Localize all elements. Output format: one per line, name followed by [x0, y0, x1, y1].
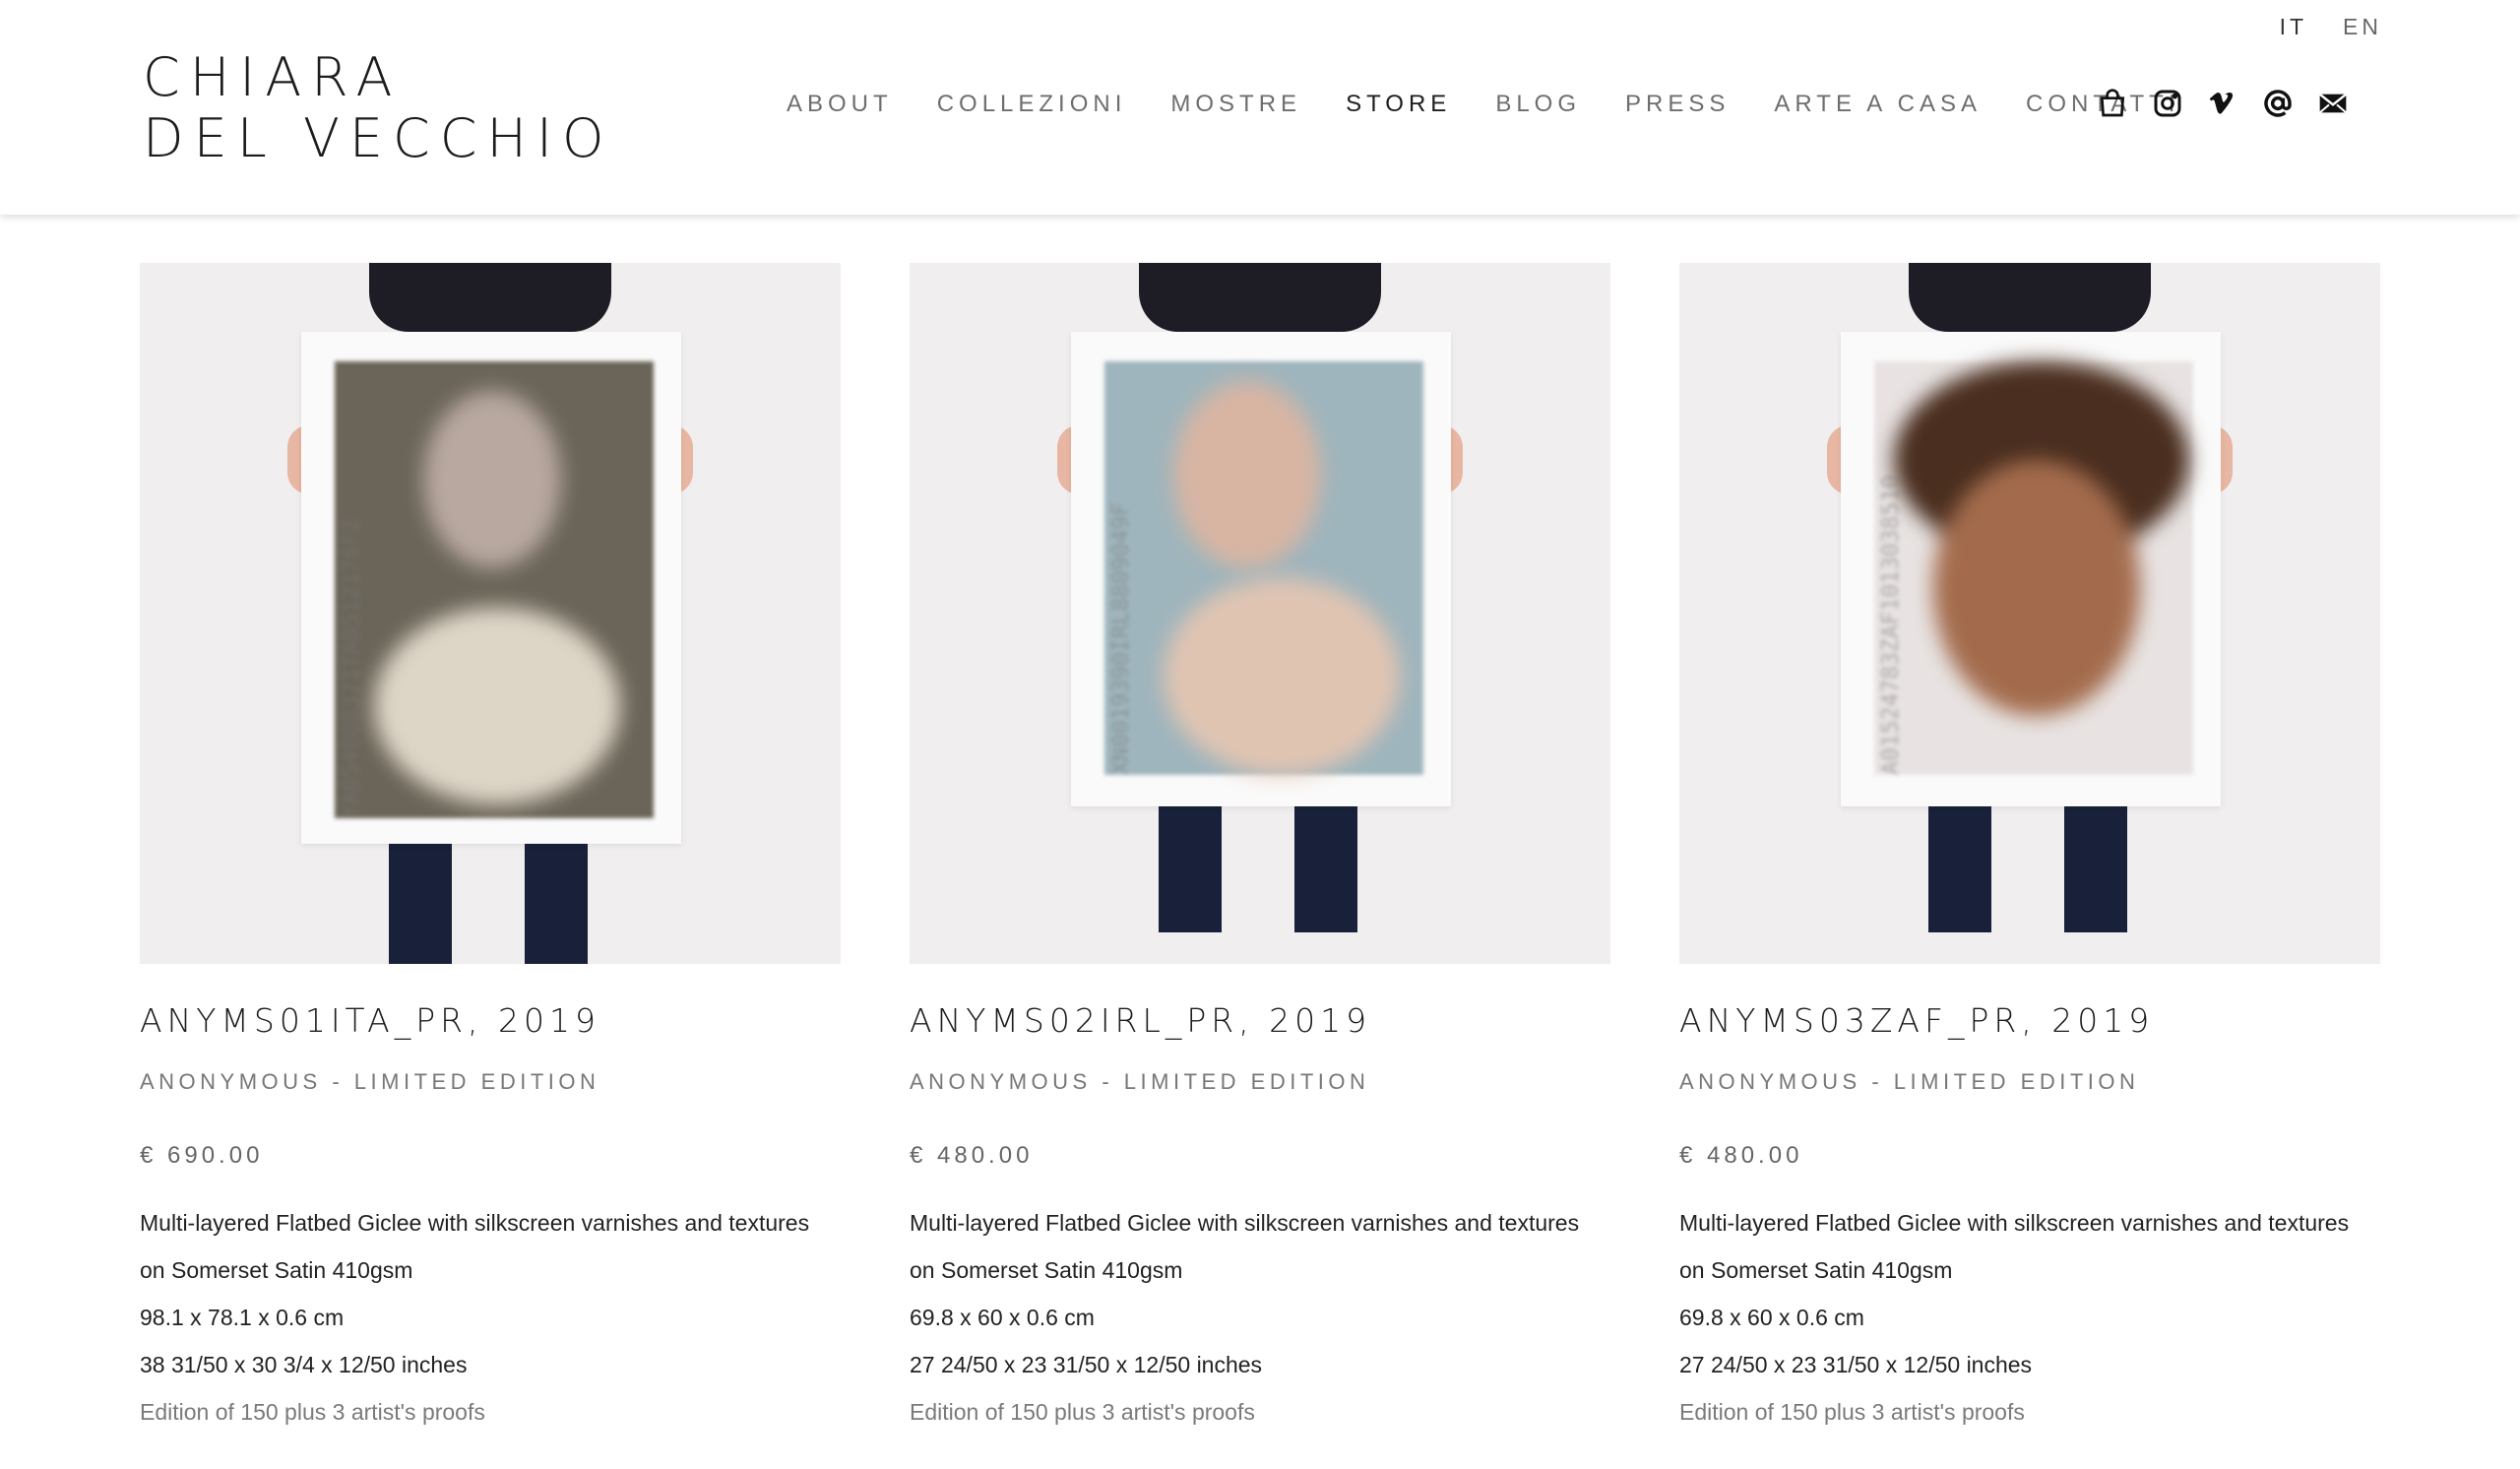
- email-icon[interactable]: [2316, 87, 2350, 120]
- model-torso: [369, 263, 611, 332]
- product-title[interactable]: ANYMS01ITA_PR, 2019: [140, 1001, 841, 1040]
- nav-press[interactable]: PRESS: [1625, 91, 1730, 118]
- product-subtitle: ANONYMOUS - LIMITED EDITION: [1679, 1069, 2140, 1094]
- dimensions-inches: 38 31/50 x 30 3/4 x 12/50 inches: [140, 1352, 468, 1377]
- product-card[interactable]: YA05400837ITA8512176F2 ANYMS01ITA_PR, 20…: [140, 263, 841, 1436]
- dimensions-cm: 69.8 x 60 x 0.6 cm: [910, 1305, 1095, 1330]
- product-card[interactable]: XN0019390IRL8809049F ANYMS02IRL_PR, 2019…: [910, 263, 1610, 1436]
- product-card[interactable]: A01524783ZAF1013038510 ANYMS03ZAF_PR, 20…: [1679, 263, 2380, 1436]
- product-description: Multi-layered Flatbed Giclee with silksc…: [910, 1199, 1610, 1436]
- artwork-print: XN0019390IRL8809049F: [1104, 361, 1423, 775]
- logo-line-1: CHIARA: [143, 46, 403, 108]
- product-price: € 480.00: [1679, 1142, 1803, 1169]
- desc-line-1: Multi-layered Flatbed Giclee with silksc…: [910, 1210, 1580, 1236]
- desc-line-1: Multi-layered Flatbed Giclee with silksc…: [1679, 1210, 2350, 1236]
- print-code: YA05400837ITA8512176F2: [339, 518, 364, 818]
- main-nav: ABOUT COLLEZIONI MOSTRE STORE BLOG PRESS…: [787, 91, 2224, 118]
- edition-note: Edition of 150 plus 3 artist's proofs: [910, 1399, 1255, 1425]
- product-price: € 690.00: [140, 1142, 264, 1169]
- lang-it[interactable]: IT: [2280, 14, 2307, 39]
- product-photo[interactable]: XN0019390IRL8809049F: [910, 263, 1610, 964]
- desc-line-2: on Somerset Satin 410gsm: [910, 1257, 1183, 1283]
- nav-arte-a-casa[interactable]: ARTE A CASA: [1774, 91, 1982, 118]
- lang-en[interactable]: EN: [2343, 14, 2382, 39]
- print-code: A01524783ZAF1013038510: [1878, 475, 1904, 775]
- product-photo[interactable]: A01524783ZAF1013038510: [1679, 263, 2380, 964]
- language-switcher: IT EN: [2254, 14, 2382, 40]
- model-leg-right: [525, 839, 588, 964]
- model-leg-right: [1294, 804, 1357, 932]
- product-subtitle: ANONYMOUS - LIMITED EDITION: [910, 1069, 1370, 1094]
- product-photo[interactable]: YA05400837ITA8512176F2: [140, 263, 841, 964]
- header-icons: [2096, 87, 2371, 120]
- model-torso: [1909, 263, 2151, 332]
- desc-line-2: on Somerset Satin 410gsm: [140, 1257, 413, 1283]
- print-frame: XN0019390IRL8809049F: [1071, 332, 1451, 806]
- nav-blog[interactable]: BLOG: [1495, 91, 1581, 118]
- threads-icon[interactable]: [2261, 87, 2295, 120]
- nav-collezioni[interactable]: COLLEZIONI: [937, 91, 1127, 118]
- edition-note: Edition of 150 plus 3 artist's proofs: [1679, 1399, 2025, 1425]
- product-price: € 480.00: [910, 1142, 1034, 1169]
- site-logo[interactable]: CHIARA DEL VECCHIO: [143, 47, 613, 169]
- logo-line-2: DEL VECCHIO: [143, 107, 614, 169]
- edition-note: Edition of 150 plus 3 artist's proofs: [140, 1399, 485, 1425]
- product-description: Multi-layered Flatbed Giclee with silksc…: [1679, 1199, 2380, 1436]
- model-leg-left: [1159, 804, 1222, 932]
- product-description: Multi-layered Flatbed Giclee with silksc…: [140, 1199, 841, 1436]
- print-frame: A01524783ZAF1013038510: [1841, 332, 2221, 806]
- dimensions-cm: 69.8 x 60 x 0.6 cm: [1679, 1305, 1864, 1330]
- desc-line-2: on Somerset Satin 410gsm: [1679, 1257, 1953, 1283]
- site-header: CHIARA DEL VECCHIO IT EN ABOUT COLLEZION…: [0, 0, 2520, 215]
- desc-line-1: Multi-layered Flatbed Giclee with silksc…: [140, 1210, 810, 1236]
- nav-mostre[interactable]: MOSTRE: [1170, 91, 1301, 118]
- print-code: XN0019390IRL8809049F: [1108, 502, 1134, 775]
- product-title[interactable]: ANYMS03ZAF_PR, 2019: [1679, 1001, 2380, 1040]
- artwork-print: YA05400837ITA8512176F2: [335, 361, 654, 818]
- instagram-icon[interactable]: [2151, 87, 2184, 120]
- model-leg-left: [389, 839, 452, 964]
- dimensions-inches: 27 24/50 x 23 31/50 x 12/50 inches: [1679, 1352, 2033, 1377]
- shopping-bag-icon[interactable]: [2096, 87, 2129, 120]
- model-torso: [1139, 263, 1381, 332]
- vimeo-icon[interactable]: [2206, 87, 2239, 120]
- print-frame: YA05400837ITA8512176F2: [301, 332, 681, 844]
- nav-about[interactable]: ABOUT: [787, 91, 893, 118]
- model-leg-left: [1928, 804, 1991, 932]
- model-leg-right: [2064, 804, 2127, 932]
- dimensions-inches: 27 24/50 x 23 31/50 x 12/50 inches: [910, 1352, 1263, 1377]
- dimensions-cm: 98.1 x 78.1 x 0.6 cm: [140, 1305, 345, 1330]
- product-title[interactable]: ANYMS02IRL_PR, 2019: [910, 1001, 1610, 1040]
- product-subtitle: ANONYMOUS - LIMITED EDITION: [140, 1069, 600, 1094]
- nav-store[interactable]: STORE: [1346, 91, 1451, 118]
- artwork-print: A01524783ZAF1013038510: [1874, 361, 2193, 775]
